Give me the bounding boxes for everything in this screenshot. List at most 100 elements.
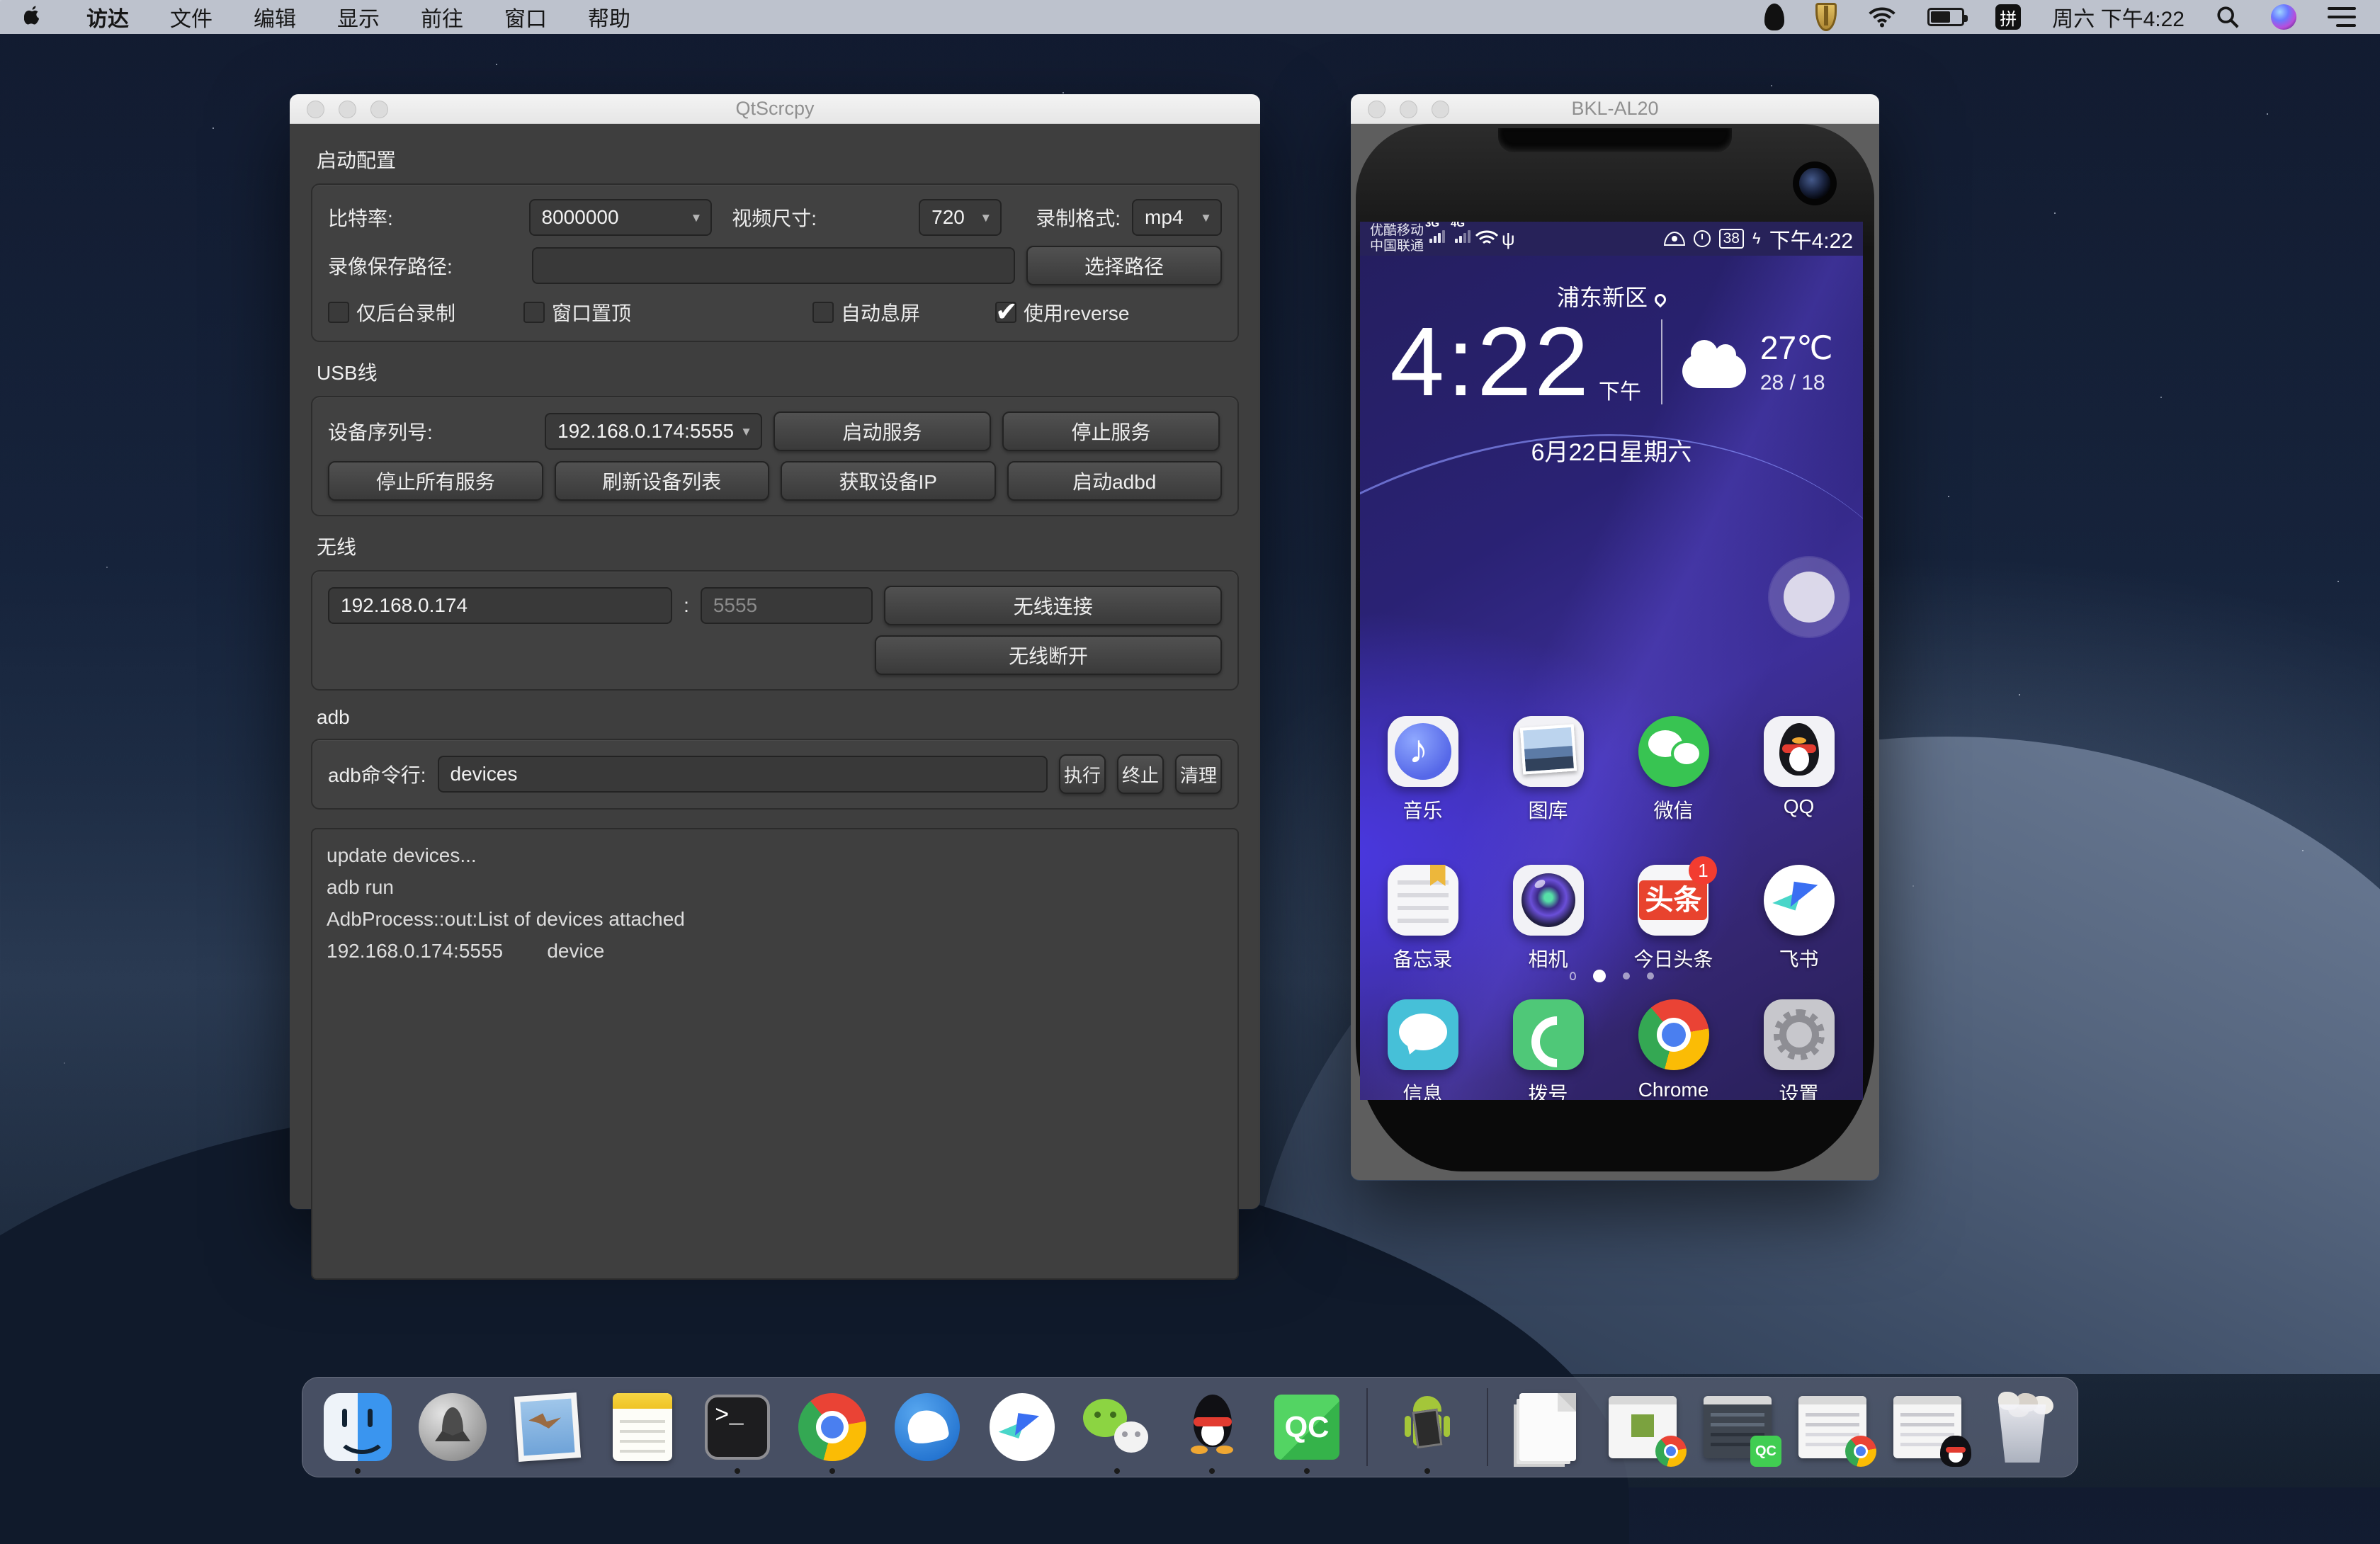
dock-qtcreator[interactable]: QC [1271,1392,1342,1463]
button-label: 无线连接 [1014,591,1093,620]
zoom-button[interactable] [370,101,388,118]
dock-launchpad[interactable] [417,1392,488,1463]
stop-service-button[interactable]: 停止服务 [1002,411,1220,451]
checkbox-background-record[interactable]: 仅后台录制 [328,298,455,327]
app-music[interactable]: 音乐 [1388,716,1458,824]
serial-select[interactable]: 192.168.0.174:5555 [545,413,762,450]
dock-documents-stack[interactable] [1512,1392,1583,1463]
wireless-disconnect-button[interactable]: 无线断开 [875,635,1222,675]
clock-widget[interactable]: 4:22 下午 27℃ 28 / 18 [1360,312,1863,411]
phone-screen[interactable]: 优酷移动 中国联通 3G 4G ψ 38 ϟ 下午 [1360,222,1863,1100]
notification-center-icon[interactable] [2328,7,2356,27]
wifi-icon[interactable] [1868,6,1896,28]
phone-body: 优酷移动 中国联通 3G 4G ψ 38 ϟ 下午 [1351,124,1879,1180]
dock-minimized-window-1[interactable] [1607,1392,1678,1463]
app-feishu[interactable]: 飞书 [1764,865,1835,972]
dock-minimized-window-3[interactable] [1797,1392,1868,1463]
phone-titlebar[interactable]: BKL-AL20 [1351,94,1879,124]
checkbox-box[interactable] [995,302,1016,323]
adb-cmd-input[interactable]: devices [438,756,1048,793]
apple-menu-icon[interactable] [24,4,45,30]
chrome-icon [1638,999,1709,1070]
checkbox-always-on-top[interactable]: 窗口置顶 [523,298,631,327]
usb-group: 设备序列号: 192.168.0.174:5555 启动服务 停止服务 停止所有… [311,396,1239,516]
settings-gear-icon [1764,999,1835,1070]
dock-qq[interactable] [1177,1392,1247,1463]
input-method-icon[interactable]: 拼 [1995,4,2021,30]
section-adb: adb [317,706,1239,729]
checkbox-box[interactable] [812,302,834,323]
app-toutiao[interactable]: 1 头条 今日头条 [1633,865,1713,972]
dock-seal-app[interactable] [892,1392,963,1463]
menu-item-file[interactable]: 文件 [170,1,212,33]
chrome-badge-icon [1845,1436,1876,1467]
dock-minimized-window-4[interactable] [1892,1392,1963,1463]
start-adbd-button[interactable]: 启动adbd [1007,461,1223,501]
record-path-input[interactable] [532,247,1015,284]
wireless-port-input[interactable]: 5555 [701,587,873,624]
usb-connected-icon: ψ [1502,228,1515,250]
get-device-ip-button[interactable]: 获取设备IP [781,461,996,501]
menu-item-edit[interactable]: 编辑 [254,1,296,33]
alarm-icon [1694,230,1711,247]
adb-clean-button[interactable]: 清理 [1175,754,1222,794]
checkbox-box[interactable] [523,302,545,323]
minimized-window-thumbnail: QC [1704,1396,1772,1458]
dock-notes[interactable] [607,1392,678,1463]
video-size-select[interactable]: 720 [919,199,1002,236]
terminal-prompt: >_ [715,1403,744,1457]
minimize-button[interactable] [1400,101,1417,118]
adb-run-button[interactable]: 执行 [1059,754,1106,794]
app-gallery[interactable]: 图库 [1513,716,1584,824]
qtscrcpy-titlebar[interactable]: QtScrcpy [290,94,1260,124]
spotlight-search-icon[interactable] [2216,5,2240,29]
battery-icon[interactable] [1927,8,1964,26]
app-messages[interactable]: 信息 [1388,999,1458,1100]
menu-item-window[interactable]: 窗口 [504,1,547,33]
close-button[interactable] [307,101,324,118]
menu-item-view[interactable]: 显示 [337,1,380,33]
app-qq[interactable]: QQ [1764,716,1835,824]
dock-wechat[interactable] [1082,1392,1152,1463]
close-button[interactable] [1368,101,1386,118]
log-output[interactable]: update devices... adb run AdbProcess::ou… [311,828,1239,1280]
app-wechat[interactable]: 微信 [1638,716,1709,824]
network-type-2: 4G [1451,222,1465,229]
shield-icon[interactable] [1815,3,1837,31]
floating-assist-ball[interactable] [1784,572,1835,623]
dock-paper-plane-app[interactable] [987,1392,1058,1463]
dock-scrcpy-android[interactable] [1392,1392,1463,1463]
app-chrome[interactable]: Chrome [1638,999,1709,1100]
record-format-select[interactable]: mp4 [1132,199,1222,236]
dock-mail[interactable] [512,1392,583,1463]
dock-chrome[interactable] [797,1392,868,1463]
checkbox-use-reverse[interactable]: 使用reverse [995,298,1129,327]
dock-finder[interactable] [322,1392,393,1463]
page-dot [1623,972,1630,980]
checkbox-box[interactable] [328,302,349,323]
wireless-connect-button[interactable]: 无线连接 [884,586,1222,625]
choose-path-button[interactable]: 选择路径 [1026,246,1222,285]
app-camera[interactable]: 相机 [1513,865,1584,972]
refresh-devices-button[interactable]: 刷新设备列表 [555,461,770,501]
siri-icon[interactable] [2271,4,2296,30]
qq-statusbar-icon[interactable] [1764,4,1784,30]
adb-stop-button[interactable]: 终止 [1117,754,1164,794]
stop-all-services-button[interactable]: 停止所有服务 [328,461,543,501]
app-dialer[interactable]: 拨号 [1513,999,1584,1100]
dock-minimized-window-2[interactable]: QC [1702,1392,1773,1463]
start-service-button[interactable]: 启动服务 [774,411,991,451]
zoom-button[interactable] [1432,101,1449,118]
bitrate-select[interactable]: 8000000 [529,199,713,236]
app-settings[interactable]: 设置 [1764,999,1835,1100]
app-memo[interactable]: 备忘录 [1388,865,1458,972]
menu-item-go[interactable]: 前往 [421,1,463,33]
checkbox-screen-off[interactable]: 自动息屏 [812,298,920,327]
wireless-ip-input[interactable]: 192.168.0.174 [328,587,672,624]
dock-trash[interactable] [1987,1392,2058,1463]
dock-terminal[interactable]: >_ [702,1392,773,1463]
menu-item-help[interactable]: 帮助 [588,1,630,33]
menu-item-finder[interactable]: 访达 [86,1,129,33]
minimize-button[interactable] [339,101,356,118]
menu-bar-clock[interactable]: 周六 下午4:22 [2052,1,2184,33]
